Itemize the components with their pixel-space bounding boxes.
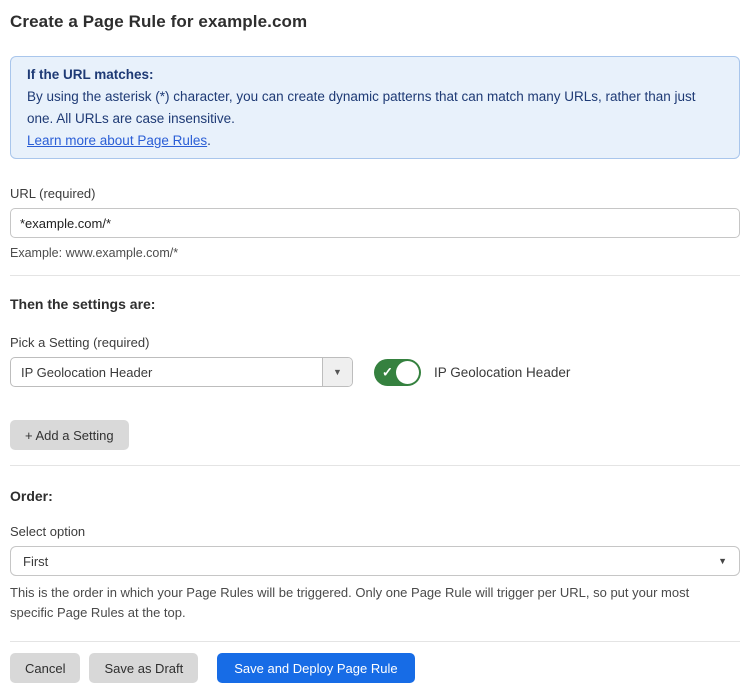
- setting-row: IP Geolocation Header ▼ ✓ IP Geolocation…: [10, 357, 740, 387]
- save-deploy-button[interactable]: Save and Deploy Page Rule: [217, 653, 414, 683]
- add-setting-button[interactable]: + Add a Setting: [10, 420, 129, 450]
- cancel-button[interactable]: Cancel: [10, 653, 80, 683]
- divider: [10, 275, 740, 276]
- check-icon: ✓: [382, 366, 393, 379]
- caret-down-icon[interactable]: ▼: [322, 358, 352, 386]
- url-field-label: URL (required): [10, 186, 740, 201]
- order-select-value: First: [23, 554, 48, 569]
- info-box-body: By using the asterisk (*) character, you…: [27, 86, 723, 130]
- info-box-link-line: Learn more about Page Rules.: [27, 130, 723, 152]
- order-helper-text: This is the order in which your Page Rul…: [10, 583, 734, 623]
- page-title: Create a Page Rule for example.com: [10, 12, 740, 32]
- toggle-knob: [396, 361, 419, 384]
- link-period: .: [207, 133, 211, 148]
- setting-select-value: IP Geolocation Header: [11, 358, 322, 386]
- toggle-label: IP Geolocation Header: [434, 365, 570, 380]
- pick-setting-label: Pick a Setting (required): [10, 335, 740, 350]
- divider: [10, 641, 740, 642]
- order-select-label: Select option: [10, 524, 740, 539]
- page-rule-form: Create a Page Rule for example.com If th…: [0, 0, 750, 695]
- url-input[interactable]: [10, 208, 740, 238]
- ip-geolocation-toggle[interactable]: ✓: [374, 359, 421, 386]
- url-match-info-box: If the URL matches: By using the asteris…: [10, 56, 740, 159]
- setting-select[interactable]: IP Geolocation Header ▼: [10, 357, 353, 387]
- learn-more-link[interactable]: Learn more about Page Rules: [27, 133, 207, 148]
- url-example-helper: Example: www.example.com/*: [10, 246, 740, 260]
- save-draft-button[interactable]: Save as Draft: [89, 653, 198, 683]
- order-select[interactable]: First ▼: [10, 546, 740, 576]
- divider: [10, 465, 740, 466]
- info-box-heading: If the URL matches:: [27, 64, 723, 86]
- footer-actions: Cancel Save as Draft Save and Deploy Pag…: [10, 653, 740, 683]
- order-section-heading: Order:: [10, 488, 740, 504]
- settings-section-heading: Then the settings are:: [10, 296, 740, 312]
- caret-down-icon: ▼: [718, 556, 727, 566]
